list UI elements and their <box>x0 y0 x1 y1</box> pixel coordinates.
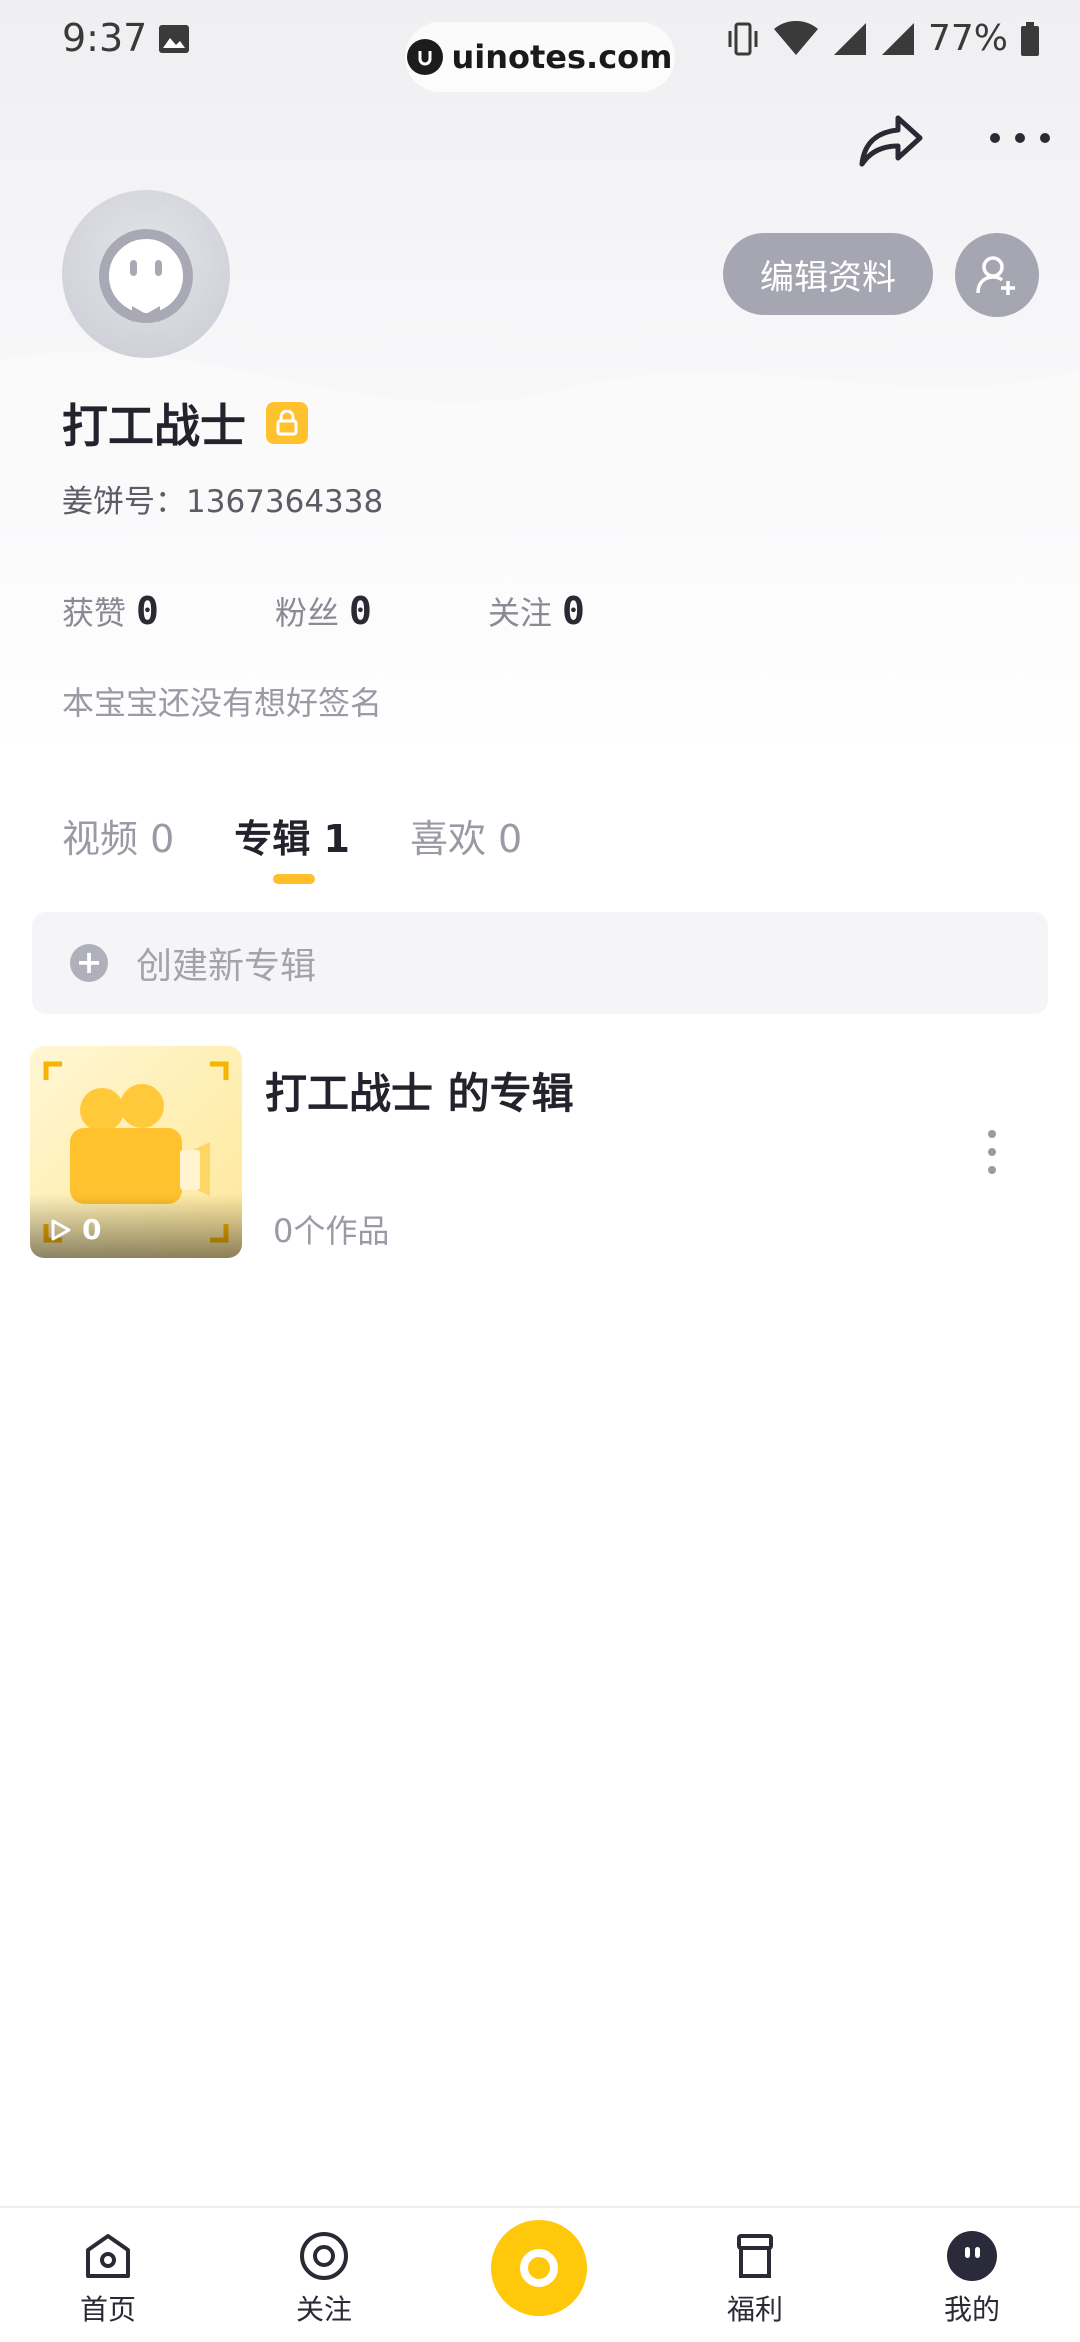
profile-tabs: 视频 0 专辑 1 喜欢 0 <box>62 808 582 863</box>
nav-welfare[interactable]: 福利 <box>695 2230 815 2328</box>
album-thumbnail[interactable]: 0 <box>30 1046 242 1258</box>
lock-icon <box>276 410 298 436</box>
stat-label: 获赞 <box>62 594 127 632</box>
more-dot <box>1040 133 1050 143</box>
status-time: 9:37 <box>62 16 148 60</box>
nav-label: 关注 <box>295 2293 352 2326</box>
nav-home[interactable]: 首页 <box>48 2230 168 2328</box>
signal-icon-2 <box>881 22 914 55</box>
create-album-button[interactable]: + 创建新专辑 <box>32 912 1048 1014</box>
status-bar: 9:37 uinotes.com 77% <box>0 0 1080 92</box>
nav-label: 首页 <box>79 2293 136 2326</box>
menu-dot <box>988 1130 996 1138</box>
more-options-button[interactable] <box>990 118 1050 158</box>
mine-avatar-icon <box>947 2231 997 2281</box>
share-button[interactable] <box>856 110 926 170</box>
battery-icon <box>1021 21 1039 56</box>
nav-mine[interactable]: 我的 <box>912 2230 1032 2328</box>
bottom-nav: 首页 关注 福利 我的 <box>0 2206 1080 2342</box>
album-play-count: 0 <box>50 1213 101 1246</box>
edit-profile-button[interactable]: 编辑资料 <box>723 233 933 315</box>
album-title[interactable]: 打工战士 的专辑 <box>265 1060 574 1121</box>
create-album-label: 创建新专辑 <box>136 946 317 987</box>
user-id: 姜饼号：1367364338 <box>62 484 384 520</box>
vibrate-icon <box>728 22 758 55</box>
tab-albums[interactable]: 专辑 1 <box>234 808 350 863</box>
wifi-icon <box>773 20 818 55</box>
username-row: 打工战士 <box>62 390 308 456</box>
album-works-count: 0个作品 <box>273 1212 390 1250</box>
avatar[interactable] <box>62 190 230 358</box>
menu-dot <box>988 1148 996 1156</box>
add-friend-button[interactable] <box>955 233 1039 317</box>
stat-following[interactable]: 关注 0 <box>488 588 701 634</box>
follow-icon <box>300 2232 348 2280</box>
more-dot <box>1015 133 1025 143</box>
status-icons: 77% <box>726 18 1040 59</box>
battery-percent: 77% <box>927 18 1008 59</box>
private-lock-badge <box>266 402 308 444</box>
nav-follow[interactable]: 关注 <box>264 2230 384 2328</box>
play-count-value: 0 <box>82 1213 102 1246</box>
tab-videos[interactable]: 视频 0 <box>62 808 174 863</box>
stat-label: 关注 <box>488 594 553 632</box>
signal-icon <box>833 22 866 55</box>
url-watermark: uinotes.com <box>405 22 675 92</box>
bio: 本宝宝还没有想好签名 <box>62 684 383 722</box>
url-text: uinotes.com <box>451 38 673 76</box>
default-avatar-icon <box>99 229 193 323</box>
uinotes-logo-icon <box>407 39 444 75</box>
stat-value: 0 <box>349 589 372 633</box>
menu-dot <box>988 1166 996 1174</box>
tab-indicator <box>273 874 315 884</box>
nav-center-record-button[interactable] <box>491 2220 587 2316</box>
play-icon <box>51 1219 71 1240</box>
nav-label: 我的 <box>943 2293 1000 2326</box>
nav-label: 福利 <box>726 2293 783 2326</box>
stat-value: 0 <box>136 589 159 633</box>
more-dot <box>990 133 1000 143</box>
stat-label: 粉丝 <box>275 594 340 632</box>
plus-icon: + <box>70 944 108 982</box>
record-icon <box>520 2249 558 2287</box>
welfare-cup-icon <box>737 2234 773 2278</box>
stat-value: 0 <box>562 589 585 633</box>
add-user-icon <box>976 256 1015 295</box>
album-more-menu-button[interactable] <box>985 1130 999 1174</box>
home-icon <box>86 2234 130 2278</box>
username: 打工战士 <box>62 399 246 453</box>
stat-likes[interactable]: 获赞 0 <box>62 588 275 634</box>
gallery-icon <box>159 25 189 53</box>
share-icon <box>859 115 923 167</box>
tab-likes[interactable]: 喜欢 0 <box>410 808 522 863</box>
stat-followers[interactable]: 粉丝 0 <box>275 588 488 634</box>
stats-row: 获赞 0 粉丝 0 关注 0 <box>62 588 701 634</box>
